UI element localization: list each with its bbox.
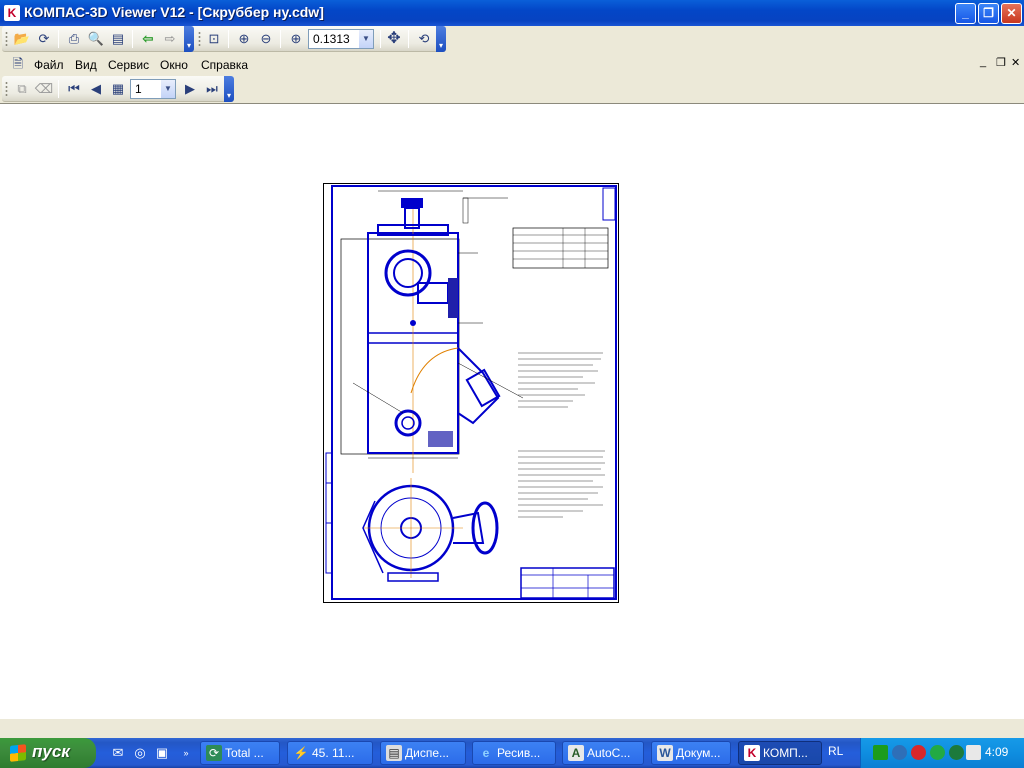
toolbar-overflow-icon[interactable]: ▾: [184, 26, 194, 52]
standard-toolbar: 📂 ⟳ ⎙ 🔍 ▤ ⇦ ⇨ ▾ ⊡ ⊕ ⊖ ⊕ 0.1313 ▼ ✥ ⟲ ▾: [2, 26, 446, 52]
toolbar-grip[interactable]: [5, 81, 8, 97]
chevron-down-icon[interactable]: ▼: [161, 80, 175, 98]
minimize-button[interactable]: _: [955, 3, 976, 24]
tray-app-icon[interactable]: [966, 745, 981, 760]
quicklaunch-browser-icon[interactable]: ◎: [132, 745, 148, 761]
autocad-icon: A: [568, 745, 584, 761]
clock[interactable]: 4:09: [985, 745, 1008, 759]
toolbar-row-main: 📂 ⟳ ⎙ 🔍 ▤ ⇦ ⇨ ▾ ⊡ ⊕ ⊖ ⊕ 0.1313 ▼ ✥ ⟲ ▾: [0, 26, 1024, 52]
print-preview-icon[interactable]: 🔍: [86, 29, 106, 49]
chevron-down-icon[interactable]: ▼: [359, 30, 373, 48]
menu-bar: 🗎 Файл Вид Сервис Окно Справка _ ❐ ✕: [0, 52, 1024, 76]
toolbar-overflow-icon[interactable]: ▾: [436, 26, 446, 52]
task-label: КОМП...: [763, 746, 808, 760]
menu-window[interactable]: Окно: [160, 58, 188, 72]
ie-icon: e: [482, 746, 490, 760]
tray-status-icon[interactable]: [949, 745, 964, 760]
first-page-icon[interactable]: ⏮: [64, 79, 84, 99]
start-label: пуск: [32, 742, 70, 761]
kompas-window: K КОМПАС-3D Viewer V12 - [Скруббер ну.cd…: [0, 0, 1024, 768]
task-total-commander[interactable]: ⟳ Total ...: [200, 741, 280, 765]
drawing-sheet: [323, 183, 619, 603]
last-page-icon[interactable]: ⏭: [202, 79, 222, 99]
task-label: Total ...: [225, 746, 264, 760]
refresh-icon[interactable]: ⟲: [414, 29, 434, 49]
zoom-combo[interactable]: 0.1313 ▼: [308, 29, 374, 49]
toolbar-overflow-icon[interactable]: ▾: [224, 76, 234, 102]
zoom-frame-icon[interactable]: ⊡: [204, 29, 224, 49]
quicklaunch-overflow-icon[interactable]: »: [178, 745, 194, 761]
close-button[interactable]: ✕: [1001, 3, 1022, 24]
kompas-icon: K: [744, 745, 760, 761]
restore-button[interactable]: ❐: [978, 3, 999, 24]
forward-arrow-icon[interactable]: ⇨: [160, 29, 180, 49]
task-kompas[interactable]: K КОМП...: [738, 741, 822, 765]
zoom-out-icon[interactable]: ⊖: [256, 29, 276, 49]
toolbar-grip[interactable]: [5, 31, 8, 47]
task-autocad[interactable]: A AutoC...: [562, 741, 644, 765]
network-icon[interactable]: [873, 745, 888, 760]
reopen-icon[interactable]: ⟳: [34, 29, 54, 49]
pan-icon[interactable]: ✥: [384, 29, 404, 49]
taskbar: пуск ✉ ◎ ▣ » ⟳ Total ... ⚡ 45. 11... ▤ Д…: [0, 738, 1024, 768]
task-ie[interactable]: e Ресив...: [472, 741, 556, 765]
next-page-icon[interactable]: ▶: [180, 79, 200, 99]
task-dispatcher[interactable]: ▤ Диспе...: [380, 741, 466, 765]
task-manager-icon: ▤: [386, 745, 402, 761]
word-icon: W: [657, 745, 673, 761]
print-icon[interactable]: ⎙: [64, 29, 84, 49]
prev-page-icon[interactable]: ◀: [86, 79, 106, 99]
sheet-icon[interactable]: ▦: [108, 79, 128, 99]
drawing-workspace[interactable]: [0, 103, 1024, 718]
zoom-in-icon[interactable]: ⊕: [234, 29, 254, 49]
tray-green-icon[interactable]: [930, 745, 945, 760]
doc-close-button[interactable]: ✕: [1011, 56, 1020, 69]
kompas-icon[interactable]: K: [4, 5, 20, 21]
zoom-scale-icon[interactable]: ⊕: [286, 29, 306, 49]
doc-minimize-button[interactable]: _: [980, 56, 986, 68]
quicklaunch-messenger-icon[interactable]: ✉: [110, 745, 126, 761]
page-setup-icon[interactable]: ▤: [108, 29, 128, 49]
open-icon[interactable]: 📂: [12, 29, 32, 49]
layer-icon[interactable]: ⧉: [12, 79, 32, 99]
menu-view[interactable]: Вид: [75, 58, 97, 72]
eraser-icon[interactable]: ⌫: [34, 79, 54, 99]
title-bar[interactable]: K КОМПАС-3D Viewer V12 - [Скруббер ну.cd…: [0, 0, 1024, 26]
task-label: Диспе...: [405, 746, 450, 760]
antivirus-icon[interactable]: [911, 745, 926, 760]
page-value: 1: [135, 82, 142, 96]
doc-restore-button[interactable]: ❐: [996, 56, 1006, 69]
document-icon[interactable]: 🗎: [8, 54, 28, 74]
task-label: 45. 11...: [312, 746, 355, 760]
task-label: Докум...: [676, 746, 721, 760]
quicklaunch-desktop-icon[interactable]: ▣: [154, 745, 170, 761]
page-combo[interactable]: 1 ▼: [130, 79, 176, 99]
status-bar: [0, 718, 1024, 738]
zoom-value: 0.1313: [313, 32, 350, 46]
task-label: Ресив...: [497, 746, 541, 760]
task-label: AutoC...: [587, 746, 631, 760]
language-indicator[interactable]: RL: [828, 744, 843, 758]
windows-logo-icon: [10, 744, 26, 762]
task-lightning[interactable]: ⚡ 45. 11...: [287, 741, 373, 765]
menu-service[interactable]: Сервис: [108, 58, 149, 72]
toolbar-grip[interactable]: [198, 31, 201, 47]
system-tray: 4:09: [860, 738, 1024, 768]
menu-help[interactable]: Справка: [201, 58, 248, 72]
document-toolbar: ⧉ ⌫ ⏮ ◀ ▦ 1 ▼ ▶ ⏭ ▾: [2, 76, 234, 102]
total-commander-icon: ⟳: [206, 745, 222, 761]
window-title: КОМПАС-3D Viewer V12 - [Скруббер ну.cdw]: [24, 4, 324, 20]
menu-file[interactable]: Файл: [34, 58, 64, 72]
start-button[interactable]: пуск: [0, 738, 96, 768]
lightning-icon: ⚡: [293, 746, 309, 760]
task-word[interactable]: W Докум...: [651, 741, 731, 765]
toolbar-row-doc: ⧉ ⌫ ⏮ ◀ ▦ 1 ▼ ▶ ⏭ ▾: [0, 76, 1024, 103]
shield-icon[interactable]: [892, 745, 907, 760]
back-arrow-icon[interactable]: ⇦: [138, 29, 158, 49]
